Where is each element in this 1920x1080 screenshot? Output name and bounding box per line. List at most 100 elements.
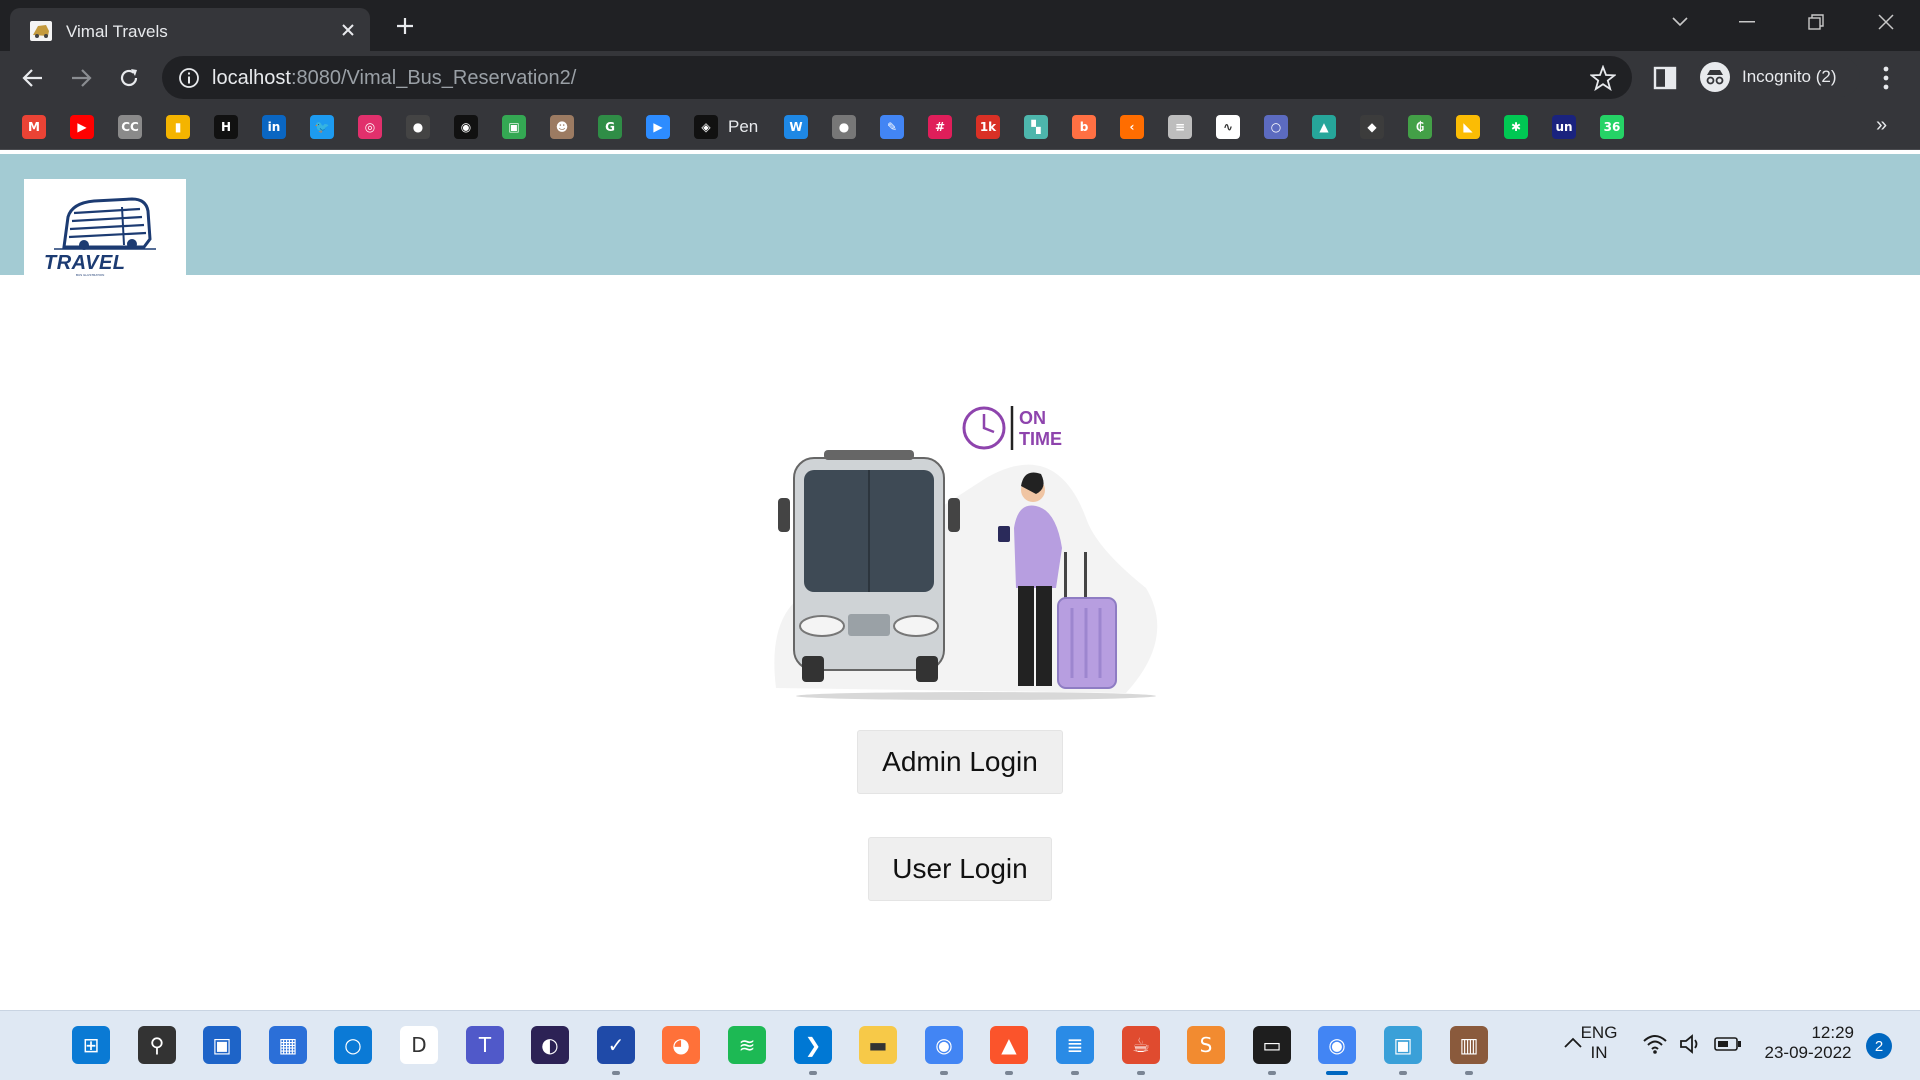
profile-icon[interactable]: ☻ <box>550 115 574 139</box>
admin-login-button[interactable]: Admin Login <box>857 730 1063 794</box>
bookmark-pen-label[interactable]: Pen <box>728 117 758 137</box>
tiles-icon[interactable]: ▚ <box>1024 115 1048 139</box>
gmail-icon[interactable]: M <box>22 115 46 139</box>
running-indicator <box>940 1071 948 1075</box>
terminal-icon[interactable]: ▭ <box>1253 1026 1291 1064</box>
counter-icon[interactable]: 1k <box>976 115 1000 139</box>
url-host: localhost <box>212 67 291 89</box>
instagram-icon[interactable]: ◎ <box>358 115 382 139</box>
reload-icon[interactable] <box>112 61 146 95</box>
widgets-icon[interactable]: ▣ <box>203 1026 241 1064</box>
blogger-icon[interactable]: b <box>1072 115 1096 139</box>
running-indicator <box>612 1071 620 1075</box>
asterisk-icon[interactable]: ✱ <box>1504 115 1528 139</box>
browser-tab-strip: Vimal Travels <box>0 0 1920 51</box>
clock-time: 12:29 <box>1811 1023 1854 1042</box>
chart-icon[interactable]: ∿ <box>1216 115 1240 139</box>
spotify-icon[interactable]: ≋ <box>728 1026 766 1064</box>
forward-icon[interactable] <box>64 61 98 95</box>
close-tab-icon[interactable] <box>335 17 361 43</box>
box-icon[interactable]: ▥ <box>1450 1026 1488 1064</box>
user-login-button[interactable]: User Login <box>868 837 1052 901</box>
browser-menu-icon[interactable] <box>1874 63 1898 93</box>
notepad-icon[interactable]: ≣ <box>1056 1026 1094 1064</box>
file-explorer-icon[interactable]: ▬ <box>859 1026 897 1064</box>
youtube-icon[interactable]: ▶ <box>70 115 94 139</box>
globe-icon[interactable]: ● <box>832 115 856 139</box>
language-indicator[interactable]: ENG IN <box>1574 1023 1624 1063</box>
running-indicator <box>1005 1071 1013 1075</box>
wifi-icon[interactable] <box>1642 1033 1668 1055</box>
java-icon[interactable]: ☕ <box>1122 1026 1160 1064</box>
hackerrank-icon[interactable]: H <box>214 115 238 139</box>
running-indicator <box>1399 1071 1407 1075</box>
store-icon[interactable]: ▦ <box>269 1026 307 1064</box>
teams-icon[interactable]: T <box>466 1026 504 1064</box>
url-text[interactable]: localhost:8080/Vimal_Bus_Reservation2/ <box>212 67 576 90</box>
chrome-icon[interactable]: ◉ <box>925 1026 963 1064</box>
site-header <box>0 154 1920 275</box>
remote-desktop-icon[interactable]: ▣ <box>1384 1026 1422 1064</box>
unacademy-icon[interactable]: un <box>1552 115 1576 139</box>
notification-badge[interactable]: 2 <box>1866 1033 1892 1059</box>
incognito-icon <box>1700 62 1730 92</box>
kite-icon[interactable]: ‹ <box>1120 115 1144 139</box>
chrome-profile-icon[interactable]: ◉ <box>1318 1026 1356 1064</box>
site-info-icon[interactable] <box>178 67 200 89</box>
browser-tab[interactable]: Vimal Travels <box>10 8 370 51</box>
volume-icon[interactable] <box>1678 1033 1704 1055</box>
bus-traveler-illustration: ON TIME <box>774 406 1158 700</box>
close-window-icon[interactable] <box>1866 6 1906 38</box>
side-panel-icon[interactable] <box>1652 64 1680 92</box>
restore-icon[interactable] <box>1796 6 1836 38</box>
eclipse-icon[interactable]: ◐ <box>531 1026 569 1064</box>
geeksforgeeks-icon[interactable]: G <box>598 115 622 139</box>
codepen-icon[interactable]: ◈ <box>694 115 718 139</box>
twitter-icon[interactable]: 🐦 <box>310 115 334 139</box>
sublime-icon[interactable]: S <box>1187 1026 1225 1064</box>
new-tab-icon[interactable] <box>390 11 420 41</box>
minimize-icon[interactable] <box>1727 6 1767 38</box>
clock-area[interactable]: 12:29 23-09-2022 <box>1758 1023 1858 1063</box>
currency-icon[interactable]: ₲ <box>1408 115 1432 139</box>
site-logo[interactable]: TRAVEL BUS ILLUSTRATION <box>24 179 186 277</box>
running-indicator <box>1268 1071 1276 1075</box>
webflow-icon[interactable]: W <box>784 115 808 139</box>
cc-icon[interactable]: CC <box>118 115 142 139</box>
firefox-icon[interactable]: ◕ <box>662 1026 700 1064</box>
slack-icon[interactable]: # <box>928 115 952 139</box>
ring-icon[interactable]: ○ <box>1264 115 1288 139</box>
zoom-icon[interactable]: ▶ <box>646 115 670 139</box>
battery-icon[interactable] <box>1714 1036 1742 1052</box>
document-icon[interactable]: ≡ <box>1168 115 1192 139</box>
analytics-icon[interactable]: ▮ <box>166 115 190 139</box>
brave-icon[interactable]: ▲ <box>990 1026 1028 1064</box>
language-line2: IN <box>1590 1043 1608 1062</box>
more-bookmarks-icon[interactable]: » <box>1876 114 1887 137</box>
search-icon[interactable]: ⚲ <box>138 1026 176 1064</box>
target-icon[interactable]: ◉ <box>454 115 478 139</box>
bus-favicon-icon <box>30 21 52 41</box>
maps-icon[interactable]: ▣ <box>502 115 526 139</box>
vscode-icon[interactable]: ❯ <box>794 1026 832 1064</box>
bookmark-star-icon[interactable] <box>1590 65 1616 91</box>
running-indicator <box>1465 1071 1473 1075</box>
tree-icon[interactable]: ▲ <box>1312 115 1336 139</box>
running-indicator <box>1137 1071 1145 1075</box>
tab-search-icon[interactable] <box>1660 6 1700 38</box>
dark-icon[interactable]: ◆ <box>1360 115 1384 139</box>
windows-start-icon[interactable]: ⊞ <box>72 1026 110 1064</box>
address-bar[interactable]: localhost:8080/Vimal_Bus_Reservation2/ <box>162 56 1632 99</box>
drive-icon[interactable]: ◣ <box>1456 115 1480 139</box>
whatsapp-icon[interactable]: 36 <box>1600 115 1624 139</box>
linkedin-icon[interactable]: in <box>262 115 286 139</box>
tab-title: Vimal Travels <box>66 22 168 41</box>
dare2compete-icon[interactable]: D <box>400 1026 438 1064</box>
back-icon[interactable] <box>16 61 50 95</box>
incognito-profile-button[interactable]: Incognito (2) <box>1696 57 1860 97</box>
cortana-icon[interactable]: ○ <box>334 1026 372 1064</box>
whiteboard-icon[interactable]: ✓ <box>597 1026 635 1064</box>
pen-tool-icon[interactable]: ✎ <box>880 115 904 139</box>
github-icon[interactable]: ● <box>406 115 430 139</box>
active-app-indicator <box>1326 1071 1348 1075</box>
